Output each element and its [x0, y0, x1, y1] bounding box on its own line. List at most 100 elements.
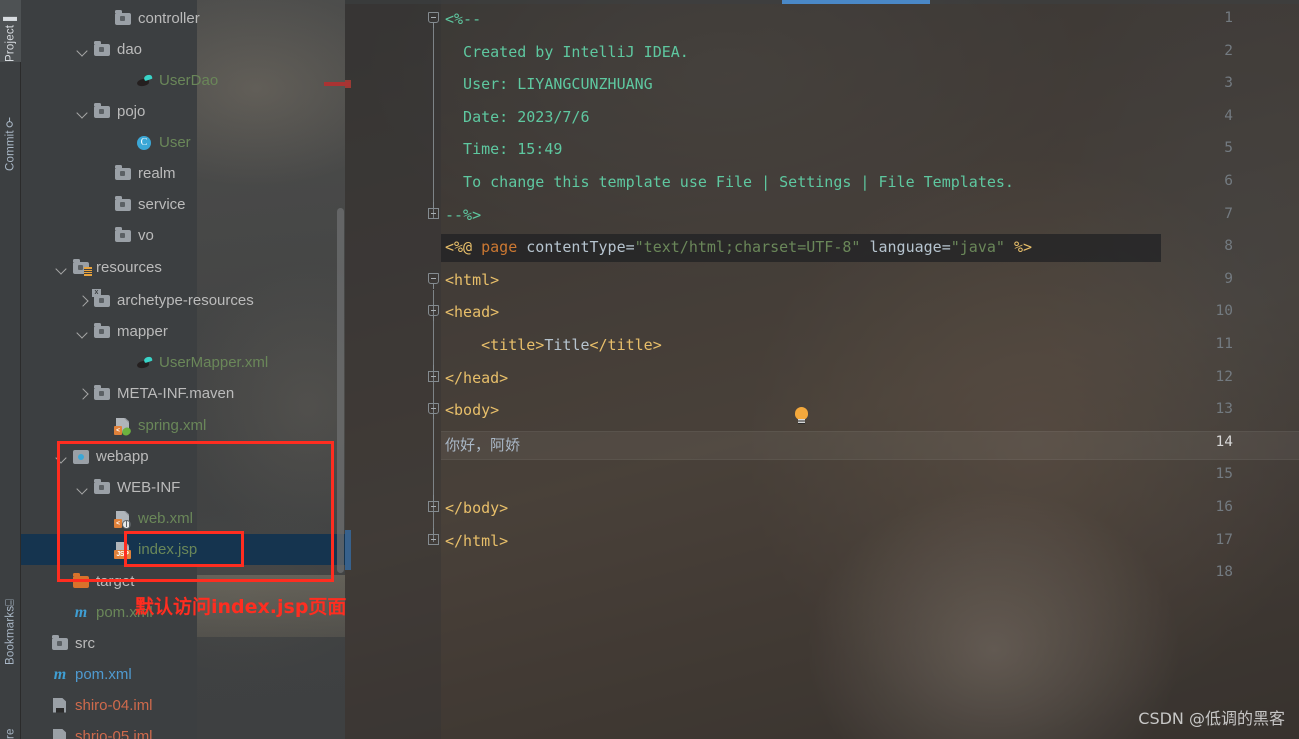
- folder-icon: [114, 164, 132, 183]
- fold-close-icon[interactable]: [428, 201, 442, 222]
- fold-close-icon[interactable]: [428, 364, 442, 385]
- tree-expand-down-icon[interactable]: [54, 260, 70, 276]
- tree-item-label: shrio-05.iml: [75, 728, 153, 739]
- tree-item-archetype-resources[interactable]: x archetype-resources: [21, 285, 345, 316]
- code-line[interactable]: </head>: [445, 369, 1299, 387]
- tree-item-controller[interactable]: controller: [21, 3, 345, 34]
- tree-expand-down-icon[interactable]: [54, 449, 70, 465]
- target-folder-icon: [72, 572, 90, 591]
- tree-item-web-xml[interactable]: < web.xml: [21, 503, 345, 534]
- source-root-folder-icon: [72, 258, 92, 277]
- tool-window-tab-label: Bookmarks: [4, 605, 17, 665]
- code-editor[interactable]: 1 <%-- 2 Created by IntelliJ IDEA. 3 User: …: [345, 0, 1299, 739]
- tool-window-tab-re[interactable]: re: [0, 700, 21, 739]
- editor-tab-active-indicator[interactable]: [782, 0, 930, 4]
- code-line[interactable]: To change this template use File | Setti…: [445, 173, 1299, 191]
- maven-m-icon: m: [74, 603, 88, 621]
- tree-expand-down-icon[interactable]: [75, 324, 91, 340]
- iml-module-icon: [51, 697, 69, 715]
- tree-item-webapp[interactable]: webapp: [21, 441, 345, 472]
- code-line[interactable]: 你好，阿娇: [445, 434, 1299, 455]
- tree-item-label: spring.xml: [138, 417, 207, 434]
- tree-expand-right-icon[interactable]: [75, 293, 91, 309]
- tree-item-userdao[interactable]: UserDao: [21, 65, 345, 96]
- tree-item-dao[interactable]: dao: [21, 34, 345, 65]
- tree-item-label: pom.xml: [75, 666, 132, 683]
- code-token: <%--: [445, 10, 482, 28]
- tree-expand-down-icon[interactable]: [75, 42, 91, 58]
- tree-expand-down-icon[interactable]: [75, 480, 91, 496]
- tool-window-tab-project[interactable]: Project ▐: [0, 0, 21, 62]
- spring-xml-icon: <: [114, 417, 132, 435]
- fold-close-icon[interactable]: [428, 495, 442, 515]
- tree-item-pojo[interactable]: pojo: [21, 96, 345, 127]
- tree-item-label: service: [138, 196, 186, 213]
- folder-icon: [51, 634, 69, 653]
- iml-module-icon: [51, 728, 69, 739]
- fold-spine-comment: [432, 22, 434, 218]
- tree-item-vo[interactable]: vo: [21, 220, 345, 251]
- project-tool-window[interactable]: controller dao UserDao pojo C User realm servic…: [21, 0, 345, 739]
- code-line[interactable]: Created by IntelliJ IDEA.: [445, 43, 1299, 61]
- code-line[interactable]: <%@ page contentType="text/html;charset=…: [445, 238, 1299, 256]
- annotation-label: 默认访问index.jsp页面: [135, 596, 347, 618]
- tree-item-label: controller: [138, 10, 200, 27]
- code-line[interactable]: Time: 15:49: [445, 140, 1299, 158]
- tree-item-src[interactable]: src: [21, 628, 345, 659]
- tree-item-realm[interactable]: realm: [21, 158, 345, 189]
- tree-item-resources[interactable]: resources: [21, 252, 345, 283]
- tree-item-shiro-04-iml[interactable]: shiro-04.iml: [21, 690, 345, 721]
- tree-item-pom-xml[interactable]: m pom.xml: [21, 659, 345, 690]
- excluded-folder-icon: x: [92, 288, 111, 310]
- editor-gutter[interactable]: [345, 0, 441, 739]
- tree-item-meta-inf-maven[interactable]: META-INF.maven: [21, 378, 345, 409]
- code-token: <body>: [445, 401, 500, 420]
- code-token: <%@: [445, 238, 482, 257]
- code-line[interactable]: Date: 2023/7/6: [445, 108, 1299, 126]
- code-line[interactable]: <title>Title</title>: [445, 336, 1299, 354]
- code-line[interactable]: </html>: [445, 532, 1299, 550]
- code-line[interactable]: <body>: [445, 401, 1299, 419]
- editor-tab-strip: [345, 0, 1299, 4]
- tree-item-service[interactable]: service: [21, 189, 345, 220]
- tree-expand-down-icon[interactable]: [75, 104, 91, 120]
- tree-item-label: archetype-resources: [117, 292, 254, 309]
- folder-icon: [93, 478, 111, 497]
- code-line[interactable]: User: LIYANGCUNZHUANG: [445, 75, 1299, 93]
- intention-bulb-icon[interactable]: [794, 407, 809, 425]
- tree-item-spring-xml[interactable]: < spring.xml: [21, 410, 345, 441]
- jsp-file-icon: JSP: [114, 541, 132, 559]
- project-scrollbar[interactable]: [337, 208, 344, 573]
- code-token: Created by IntelliJ IDEA.: [445, 42, 689, 61]
- tool-window-tab-bookmarks[interactable]: Bookmarks ⌸: [0, 565, 21, 665]
- tree-item-usermapper-xml[interactable]: UserMapper.xml: [21, 347, 345, 378]
- fold-open-icon[interactable]: [428, 272, 442, 289]
- tool-window-tab-commit[interactable]: Commit ⚲: [0, 85, 21, 171]
- tree-item-label: WEB-INF: [117, 479, 181, 496]
- fold-open-icon[interactable]: [428, 305, 442, 322]
- tree-item-web-inf[interactable]: WEB-INF: [21, 472, 345, 503]
- code-line[interactable]: </body>: [445, 499, 1299, 517]
- tree-item-user[interactable]: C User: [21, 127, 345, 158]
- tree-item-label: vo: [138, 227, 154, 244]
- tree-item-index-jsp[interactable]: JSP index.jsp: [21, 534, 345, 565]
- folder-icon: [114, 195, 132, 214]
- code-line[interactable]: <head>: [445, 303, 1299, 321]
- tree-item-mapper[interactable]: mapper: [21, 316, 345, 347]
- code-line[interactable]: --%>: [445, 206, 1299, 224]
- tree-expand-right-icon[interactable]: [75, 386, 91, 402]
- code-line[interactable]: <%--: [445, 10, 1299, 28]
- fold-close-icon[interactable]: [428, 527, 442, 548]
- tool-window-tab-label: Project: [4, 24, 17, 62]
- fold-open-icon[interactable]: [428, 12, 442, 28]
- fold-open-icon[interactable]: [428, 403, 442, 420]
- folder-icon: [93, 102, 111, 121]
- code-line[interactable]: <html>: [445, 271, 1299, 289]
- tree-item-shrio-05-iml[interactable]: shrio-05.iml: [21, 721, 345, 739]
